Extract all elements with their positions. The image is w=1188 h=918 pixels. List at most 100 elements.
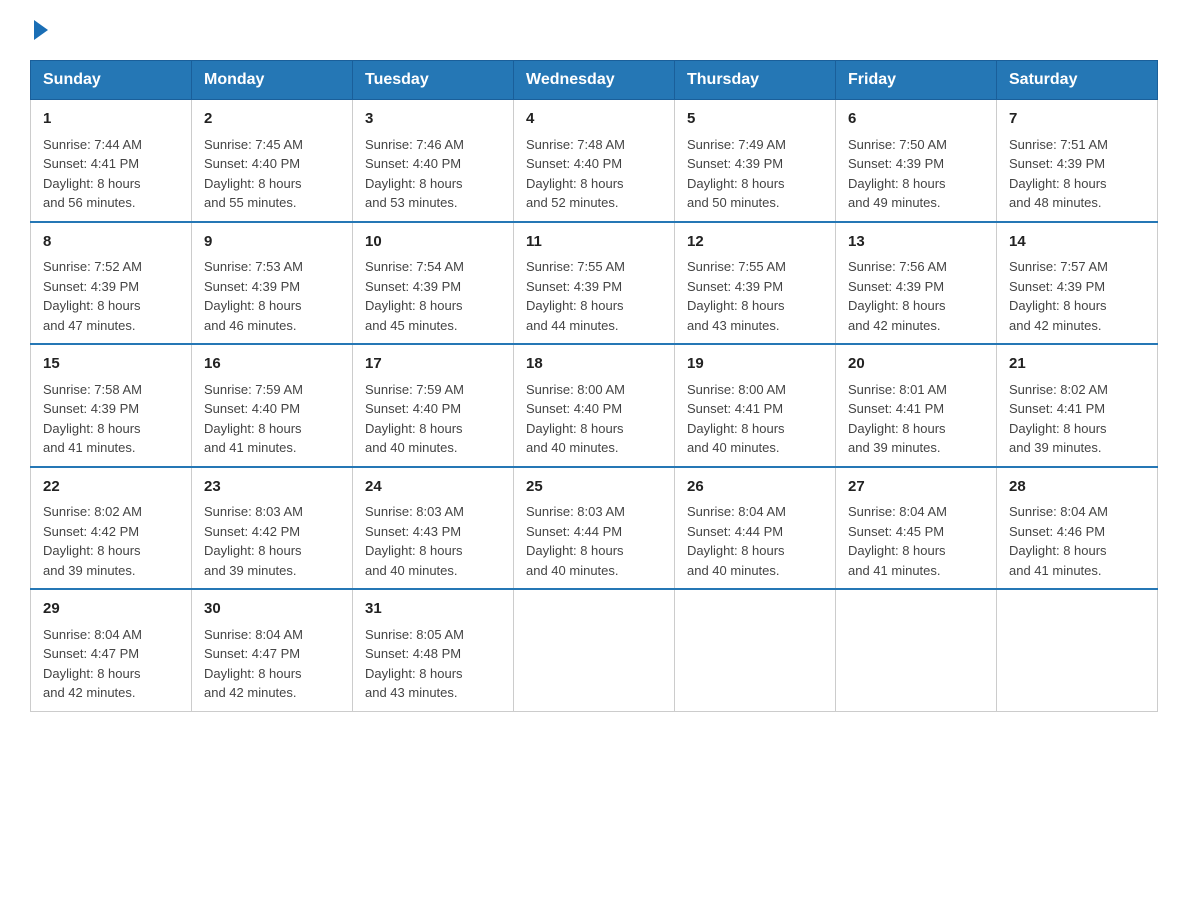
calendar-cell: 29 Sunrise: 8:04 AMSunset: 4:47 PMDaylig… [31, 589, 192, 711]
day-info: Sunrise: 7:46 AMSunset: 4:40 PMDaylight:… [365, 137, 464, 211]
day-number: 11 [526, 231, 662, 254]
calendar-cell: 21 Sunrise: 8:02 AMSunset: 4:41 PMDaylig… [997, 344, 1158, 467]
day-number: 29 [43, 598, 179, 621]
day-info: Sunrise: 8:03 AMSunset: 4:43 PMDaylight:… [365, 504, 464, 578]
day-info: Sunrise: 8:04 AMSunset: 4:47 PMDaylight:… [43, 627, 142, 701]
calendar-cell: 17 Sunrise: 7:59 AMSunset: 4:40 PMDaylig… [353, 344, 514, 467]
day-info: Sunrise: 8:04 AMSunset: 4:45 PMDaylight:… [848, 504, 947, 578]
calendar-cell: 14 Sunrise: 7:57 AMSunset: 4:39 PMDaylig… [997, 222, 1158, 345]
day-info: Sunrise: 8:04 AMSunset: 4:44 PMDaylight:… [687, 504, 786, 578]
day-info: Sunrise: 7:57 AMSunset: 4:39 PMDaylight:… [1009, 259, 1108, 333]
day-number: 26 [687, 476, 823, 499]
weekday-header-row: SundayMondayTuesdayWednesdayThursdayFrid… [31, 61, 1158, 100]
calendar-cell [514, 589, 675, 711]
calendar-cell [675, 589, 836, 711]
weekday-header-friday: Friday [836, 61, 997, 100]
calendar-cell: 7 Sunrise: 7:51 AMSunset: 4:39 PMDayligh… [997, 100, 1158, 222]
calendar-cell [997, 589, 1158, 711]
calendar-cell: 8 Sunrise: 7:52 AMSunset: 4:39 PMDayligh… [31, 222, 192, 345]
calendar-cell: 23 Sunrise: 8:03 AMSunset: 4:42 PMDaylig… [192, 467, 353, 590]
day-info: Sunrise: 8:03 AMSunset: 4:42 PMDaylight:… [204, 504, 303, 578]
day-number: 5 [687, 108, 823, 131]
day-number: 9 [204, 231, 340, 254]
day-number: 3 [365, 108, 501, 131]
day-number: 12 [687, 231, 823, 254]
weekday-header-wednesday: Wednesday [514, 61, 675, 100]
calendar-cell: 13 Sunrise: 7:56 AMSunset: 4:39 PMDaylig… [836, 222, 997, 345]
day-info: Sunrise: 8:01 AMSunset: 4:41 PMDaylight:… [848, 382, 947, 456]
day-number: 24 [365, 476, 501, 499]
calendar-cell: 31 Sunrise: 8:05 AMSunset: 4:48 PMDaylig… [353, 589, 514, 711]
calendar-cell: 12 Sunrise: 7:55 AMSunset: 4:39 PMDaylig… [675, 222, 836, 345]
calendar-cell: 3 Sunrise: 7:46 AMSunset: 4:40 PMDayligh… [353, 100, 514, 222]
calendar-week-row: 29 Sunrise: 8:04 AMSunset: 4:47 PMDaylig… [31, 589, 1158, 711]
day-number: 28 [1009, 476, 1145, 499]
day-info: Sunrise: 7:44 AMSunset: 4:41 PMDaylight:… [43, 137, 142, 211]
day-number: 6 [848, 108, 984, 131]
calendar-week-row: 1 Sunrise: 7:44 AMSunset: 4:41 PMDayligh… [31, 100, 1158, 222]
calendar-cell: 26 Sunrise: 8:04 AMSunset: 4:44 PMDaylig… [675, 467, 836, 590]
calendar-cell: 11 Sunrise: 7:55 AMSunset: 4:39 PMDaylig… [514, 222, 675, 345]
calendar-cell: 19 Sunrise: 8:00 AMSunset: 4:41 PMDaylig… [675, 344, 836, 467]
day-info: Sunrise: 7:55 AMSunset: 4:39 PMDaylight:… [687, 259, 786, 333]
calendar-cell: 9 Sunrise: 7:53 AMSunset: 4:39 PMDayligh… [192, 222, 353, 345]
day-info: Sunrise: 7:50 AMSunset: 4:39 PMDaylight:… [848, 137, 947, 211]
calendar-table: SundayMondayTuesdayWednesdayThursdayFrid… [30, 60, 1158, 712]
day-info: Sunrise: 7:59 AMSunset: 4:40 PMDaylight:… [204, 382, 303, 456]
calendar-cell [836, 589, 997, 711]
calendar-cell: 1 Sunrise: 7:44 AMSunset: 4:41 PMDayligh… [31, 100, 192, 222]
calendar-cell: 28 Sunrise: 8:04 AMSunset: 4:46 PMDaylig… [997, 467, 1158, 590]
calendar-cell: 6 Sunrise: 7:50 AMSunset: 4:39 PMDayligh… [836, 100, 997, 222]
logo [30, 20, 52, 36]
calendar-cell: 20 Sunrise: 8:01 AMSunset: 4:41 PMDaylig… [836, 344, 997, 467]
logo-triangle-icon [34, 20, 48, 40]
day-number: 8 [43, 231, 179, 254]
day-number: 30 [204, 598, 340, 621]
day-info: Sunrise: 8:05 AMSunset: 4:48 PMDaylight:… [365, 627, 464, 701]
calendar-cell: 10 Sunrise: 7:54 AMSunset: 4:39 PMDaylig… [353, 222, 514, 345]
calendar-cell: 15 Sunrise: 7:58 AMSunset: 4:39 PMDaylig… [31, 344, 192, 467]
day-number: 1 [43, 108, 179, 131]
day-number: 19 [687, 353, 823, 376]
day-info: Sunrise: 7:49 AMSunset: 4:39 PMDaylight:… [687, 137, 786, 211]
day-info: Sunrise: 7:45 AMSunset: 4:40 PMDaylight:… [204, 137, 303, 211]
day-number: 2 [204, 108, 340, 131]
day-info: Sunrise: 7:58 AMSunset: 4:39 PMDaylight:… [43, 382, 142, 456]
calendar-cell: 18 Sunrise: 8:00 AMSunset: 4:40 PMDaylig… [514, 344, 675, 467]
weekday-header-sunday: Sunday [31, 61, 192, 100]
day-info: Sunrise: 7:48 AMSunset: 4:40 PMDaylight:… [526, 137, 625, 211]
weekday-header-saturday: Saturday [997, 61, 1158, 100]
day-info: Sunrise: 8:00 AMSunset: 4:40 PMDaylight:… [526, 382, 625, 456]
day-info: Sunrise: 8:00 AMSunset: 4:41 PMDaylight:… [687, 382, 786, 456]
day-number: 15 [43, 353, 179, 376]
day-number: 4 [526, 108, 662, 131]
day-number: 18 [526, 353, 662, 376]
day-info: Sunrise: 8:04 AMSunset: 4:47 PMDaylight:… [204, 627, 303, 701]
day-info: Sunrise: 8:04 AMSunset: 4:46 PMDaylight:… [1009, 504, 1108, 578]
weekday-header-monday: Monday [192, 61, 353, 100]
day-info: Sunrise: 7:55 AMSunset: 4:39 PMDaylight:… [526, 259, 625, 333]
day-number: 16 [204, 353, 340, 376]
day-number: 25 [526, 476, 662, 499]
day-info: Sunrise: 8:02 AMSunset: 4:42 PMDaylight:… [43, 504, 142, 578]
day-number: 23 [204, 476, 340, 499]
calendar-week-row: 8 Sunrise: 7:52 AMSunset: 4:39 PMDayligh… [31, 222, 1158, 345]
calendar-cell: 22 Sunrise: 8:02 AMSunset: 4:42 PMDaylig… [31, 467, 192, 590]
calendar-cell: 25 Sunrise: 8:03 AMSunset: 4:44 PMDaylig… [514, 467, 675, 590]
day-number: 22 [43, 476, 179, 499]
day-number: 31 [365, 598, 501, 621]
calendar-cell: 4 Sunrise: 7:48 AMSunset: 4:40 PMDayligh… [514, 100, 675, 222]
calendar-week-row: 15 Sunrise: 7:58 AMSunset: 4:39 PMDaylig… [31, 344, 1158, 467]
day-number: 21 [1009, 353, 1145, 376]
calendar-cell: 24 Sunrise: 8:03 AMSunset: 4:43 PMDaylig… [353, 467, 514, 590]
day-info: Sunrise: 7:53 AMSunset: 4:39 PMDaylight:… [204, 259, 303, 333]
day-number: 10 [365, 231, 501, 254]
day-info: Sunrise: 7:56 AMSunset: 4:39 PMDaylight:… [848, 259, 947, 333]
day-number: 17 [365, 353, 501, 376]
day-number: 14 [1009, 231, 1145, 254]
calendar-cell: 30 Sunrise: 8:04 AMSunset: 4:47 PMDaylig… [192, 589, 353, 711]
calendar-cell: 16 Sunrise: 7:59 AMSunset: 4:40 PMDaylig… [192, 344, 353, 467]
calendar-cell: 5 Sunrise: 7:49 AMSunset: 4:39 PMDayligh… [675, 100, 836, 222]
page-header [30, 20, 1158, 36]
day-number: 7 [1009, 108, 1145, 131]
